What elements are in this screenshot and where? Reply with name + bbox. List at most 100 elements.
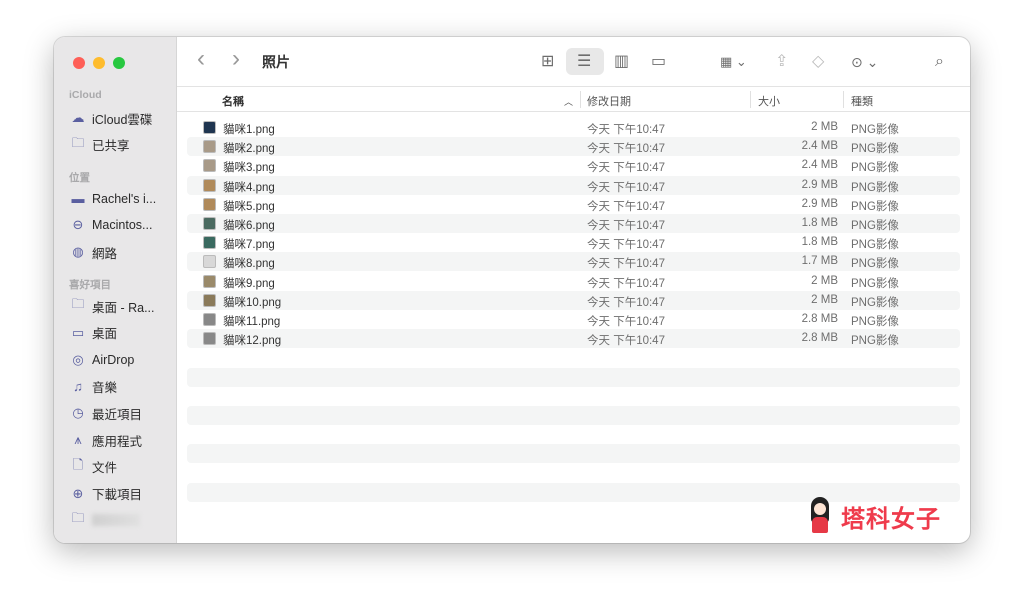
sidebar-item[interactable]: ◎ AirDrop: [70, 350, 134, 370]
file-name: 貓咪3.png: [223, 162, 275, 175]
file-date: 今天 下午10:47: [587, 335, 665, 348]
minimize-button[interactable]: [93, 57, 105, 69]
file-row[interactable]: 貓咪6.png 今天 下午10:47 1.8 MB PNG影像: [187, 214, 960, 233]
file-name: 貓咪11.png: [223, 316, 281, 328]
file-row[interactable]: 貓咪7.png 今天 下午10:47 1.8 MB PNG影像: [187, 233, 960, 252]
gallery-view-button[interactable]: ▭: [651, 51, 666, 73]
sidebar-item-label: 桌面: [92, 327, 118, 342]
sidebar-item-label: 最近項目: [92, 407, 143, 422]
file-row[interactable]: 貓咪5.png 今天 下午10:47 2.9 MB PNG影像: [187, 195, 960, 214]
column-kind[interactable]: 種類: [851, 93, 873, 109]
file-date: 今天 下午10:47: [587, 143, 665, 156]
sidebar-item-hidden[interactable]: 🗀: [70, 510, 140, 530]
file-row[interactable]: 貓咪3.png 今天 下午10:47 2.4 MB PNG影像: [187, 156, 960, 175]
column-size[interactable]: 大小: [758, 93, 780, 109]
sidebar-item-label: Rachel's i...: [92, 191, 157, 206]
file-kind: PNG影像: [851, 316, 899, 328]
forward-button[interactable]: ›: [232, 47, 240, 71]
sidebar-item[interactable]: ◍ 網路: [70, 242, 117, 262]
column-header: 名稱 ︿ 修改日期 大小 種類: [177, 87, 970, 112]
share-icon[interactable]: ⇪: [775, 51, 788, 73]
file-date: 今天 下午10:47: [587, 181, 665, 194]
file-name: 貓咪7.png: [223, 239, 275, 252]
document-icon: 🗋: [72, 456, 84, 472]
file-kind: PNG影像: [851, 143, 899, 156]
file-size: 2 MB: [811, 274, 838, 287]
column-date[interactable]: 修改日期: [587, 93, 631, 109]
watermark-girl-icon: [805, 495, 835, 537]
file-row[interactable]: 貓咪4.png 今天 下午10:47 2.9 MB PNG影像: [187, 175, 960, 195]
file-size: 1.8 MB: [801, 236, 838, 249]
sidebar-item[interactable]: ▭ 桌面: [70, 323, 117, 343]
column-view-button[interactable]: ▥: [614, 51, 629, 73]
sidebar-section-label: iCloud: [69, 89, 102, 101]
sidebar-item[interactable]: ⊖ Macintos...: [70, 215, 153, 235]
sidebar-item-label: 網路: [92, 246, 118, 261]
file-name: 貓咪8.png: [223, 258, 275, 271]
file-row[interactable]: 貓咪2.png 今天 下午10:47 2.4 MB PNG影像: [187, 137, 960, 157]
sidebar: iCloud ☁ iCloud雲碟 🗀 已共享 位置 ▬ Rachel's i... ⊖ Maci…: [54, 37, 177, 543]
empty-row: [187, 406, 960, 425]
file-row[interactable]: 貓咪1.png 今天 下午10:47 2 MB PNG影像: [187, 118, 960, 137]
back-button[interactable]: ‹: [197, 47, 205, 71]
file-kind: PNG影像: [851, 220, 899, 232]
file-row[interactable]: 貓咪12.png 今天 下午10:47 2.8 MB PNG影像: [187, 329, 960, 349]
png-thumbnail-icon: [203, 313, 216, 326]
sidebar-item[interactable]: ⊕ 下載項目: [70, 484, 142, 504]
file-name: 貓咪2.png: [223, 143, 275, 156]
file-name: 貓咪1.png: [223, 124, 275, 136]
sidebar-item-label: 下載項目: [92, 488, 143, 503]
tag-icon[interactable]: ◇: [812, 51, 824, 73]
sidebar-item-label: 已共享: [92, 139, 130, 154]
file-row[interactable]: 貓咪11.png 今天 下午10:47 2.8 MB PNG影像: [187, 310, 960, 329]
sidebar-item[interactable]: 🗀 已共享: [70, 135, 130, 155]
group-button[interactable]: ▦ ⌄: [720, 51, 747, 73]
sidebar-item[interactable]: 🗋 文件: [70, 457, 117, 477]
more-actions-button[interactable]: ⊙ ⌄: [851, 51, 878, 73]
toolbar: ‹ › 照片 ⊞ ☰ ▥ ▭ ▦ ⌄ ⇪ ◇ ⊙ ⌄ ⌕: [177, 37, 970, 87]
search-icon[interactable]: ⌕: [935, 51, 944, 73]
png-thumbnail-icon: [203, 274, 216, 288]
file-name: 貓咪5.png: [223, 200, 275, 213]
sidebar-section-label: 位置: [69, 171, 90, 184]
file-size: 1.7 MB: [801, 255, 838, 268]
file-kind: PNG影像: [851, 239, 899, 252]
sidebar-item[interactable]: ◷ 最近項目: [70, 403, 142, 423]
file-kind: PNG影像: [851, 162, 899, 175]
sidebar-item[interactable]: ♫ 音樂: [70, 376, 117, 396]
sidebar-item[interactable]: 🗀 桌面 - Ra...: [70, 296, 154, 316]
sidebar-item[interactable]: ☁ iCloud雲碟: [70, 108, 153, 128]
empty-row: [187, 387, 960, 406]
file-row[interactable]: 貓咪10.png 今天 下午10:47 2 MB PNG影像: [187, 290, 960, 310]
file-date: 今天 下午10:47: [587, 316, 665, 328]
file-date: 今天 下午10:47: [587, 296, 665, 309]
airdrop-icon: ◎: [72, 351, 84, 367]
file-row[interactable]: 貓咪9.png 今天 下午10:47 2 MB PNG影像: [187, 272, 960, 291]
file-size: 2 MB: [811, 121, 838, 133]
file-kind: PNG影像: [851, 181, 899, 194]
file-name: 貓咪6.png: [223, 220, 275, 232]
list-view-button[interactable]: ☰: [577, 51, 591, 73]
file-size: 2.8 MB: [801, 332, 838, 345]
icon-view-button[interactable]: ⊞: [541, 51, 554, 73]
file-row[interactable]: 貓咪8.png 今天 下午10:47 1.7 MB PNG影像: [187, 252, 960, 272]
empty-row: [187, 348, 960, 367]
sidebar-item-label: AirDrop: [92, 352, 135, 367]
file-name: 貓咪10.png: [223, 296, 282, 309]
png-thumbnail-icon: [203, 236, 216, 250]
music-icon: ♫: [73, 378, 83, 394]
file-date: 今天 下午10:47: [587, 277, 665, 290]
column-name[interactable]: 名稱: [222, 93, 244, 109]
download-icon: ⊕: [72, 485, 84, 501]
finder-window: iCloud ☁ iCloud雲碟 🗀 已共享 位置 ▬ Rachel's i... ⊖ Maci…: [54, 37, 970, 543]
sidebar-item[interactable]: ▬ Rachel's i...: [70, 189, 157, 209]
file-kind: PNG影像: [851, 124, 899, 136]
close-button[interactable]: [73, 57, 85, 69]
file-kind: PNG影像: [851, 258, 899, 271]
file-size: 2.4 MB: [801, 140, 838, 153]
window-controls: [73, 57, 125, 69]
sidebar-item[interactable]: ⩚ 應用程式: [70, 430, 142, 450]
clock-icon: ◷: [72, 405, 84, 421]
file-date: 今天 下午10:47: [587, 124, 665, 136]
zoom-button[interactable]: [113, 57, 125, 69]
